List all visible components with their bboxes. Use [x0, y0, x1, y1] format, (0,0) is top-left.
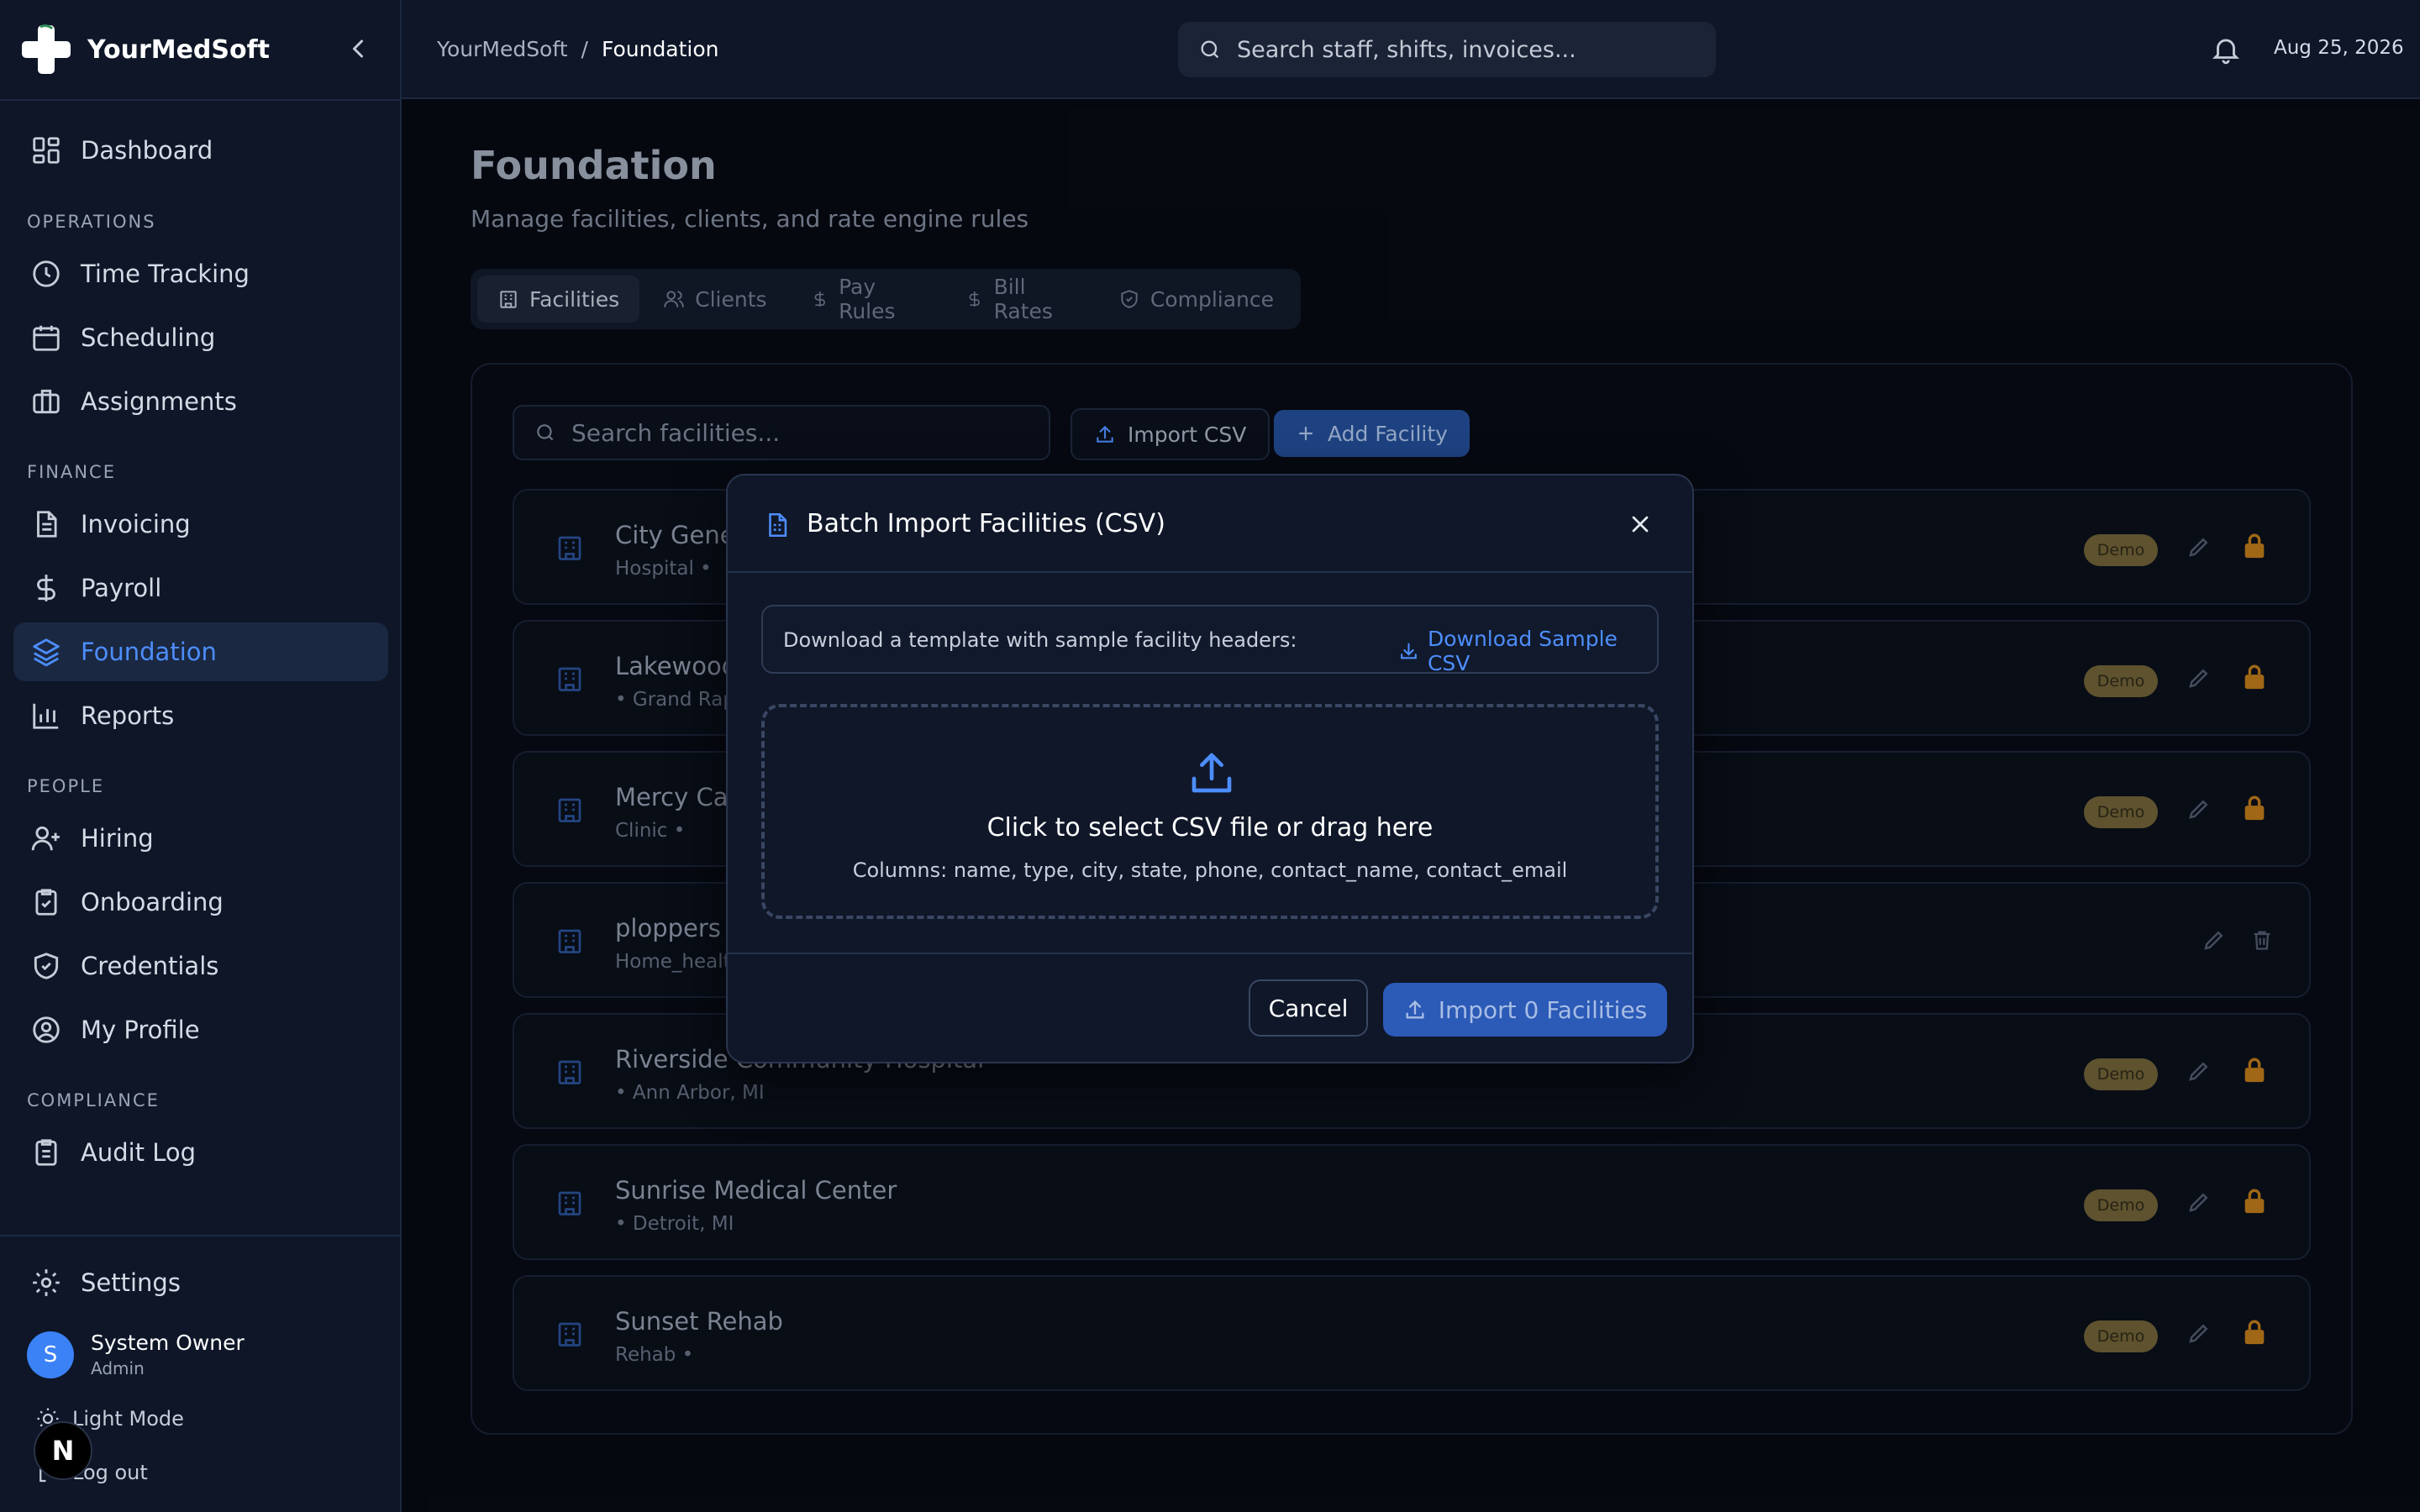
sidebar-item-scheduling[interactable]: Scheduling [13, 308, 388, 367]
gear-icon [33, 1269, 60, 1296]
section-operations: OPERATIONS [27, 212, 156, 232]
breadcrumb: YourMedSoft / Foundation [437, 37, 719, 61]
breadcrumb-root[interactable]: YourMedSoft [437, 37, 568, 61]
user-block[interactable]: S System Owner Admin [27, 1331, 245, 1378]
avatar: S [27, 1331, 74, 1378]
sidebar-item-foundation[interactable]: Foundation [13, 622, 388, 681]
download-sample-csv-link[interactable]: Download Sample CSV [1398, 627, 1657, 675]
sidebar-item-label: Settings [81, 1268, 181, 1297]
document-icon [37, 511, 57, 538]
briefcase-icon [33, 389, 60, 414]
breadcrumb-separator: / [581, 37, 588, 61]
dollar-icon [37, 575, 55, 601]
sidebar-item-label: Payroll [81, 574, 162, 602]
user-plus-icon [31, 826, 60, 851]
dropzone-columns: Columns: name, type, city, state, phone,… [852, 858, 1568, 882]
sidebar-item-label: Onboarding [81, 888, 224, 916]
shield-check-icon [34, 953, 59, 979]
sidebar-item-label: Audit Log [81, 1138, 197, 1167]
user-name: System Owner [91, 1331, 245, 1355]
search-icon [1201, 40, 1219, 59]
sidebar-item-label: Time Tracking [81, 260, 250, 288]
sidebar-item-assignments[interactable]: Assignments [13, 372, 388, 431]
global-search-input[interactable] [1237, 36, 1691, 63]
current-date: Aug 25, 2026 [2274, 37, 2404, 59]
sidebar-item-payroll[interactable]: Payroll [13, 559, 388, 617]
csv-dropzone[interactable]: Click to select CSV file or drag here Co… [761, 704, 1659, 919]
cancel-button[interactable]: Cancel [1249, 979, 1368, 1037]
chevron-left-icon[interactable] [343, 34, 373, 64]
layers-icon [33, 638, 60, 667]
sidebar-item-label: Invoicing [81, 510, 191, 538]
download-icon [1401, 643, 1417, 659]
sidebar-item-label: Assignments [81, 387, 237, 416]
sidebar-item-label: Reports [81, 701, 175, 730]
sidebar-item-audit-log[interactable]: Audit Log [13, 1123, 388, 1182]
sidebar-item-invoicing[interactable]: Invoicing [13, 495, 388, 554]
import-facilities-button[interactable]: Import 0 Facilities [1383, 983, 1667, 1037]
brand[interactable]: YourMedSoft [20, 22, 270, 77]
modal-title: Batch Import Facilities (CSV) [807, 509, 1165, 538]
dropzone-title: Click to select CSV file or drag here [986, 813, 1434, 843]
dashboard-icon [33, 137, 60, 164]
section-compliance: COMPLIANCE [27, 1090, 160, 1110]
template-text: Download a template with sample facility… [783, 628, 1297, 652]
sidebar-item-label: Dashboard [81, 136, 213, 165]
upload-icon [1406, 1000, 1424, 1019]
sidebar-item-dashboard[interactable]: Dashboard [13, 121, 388, 180]
sidebar-item-settings[interactable]: Settings [13, 1253, 388, 1312]
bar-chart-icon [33, 703, 59, 729]
sidebar-item-onboarding[interactable]: Onboarding [13, 873, 388, 932]
section-people: PEOPLE [27, 776, 105, 796]
import-facilities-label: Import 0 Facilities [1438, 995, 1648, 1024]
dev-tools-badge[interactable]: N [34, 1421, 92, 1480]
sidebar-divider [0, 1235, 402, 1236]
sidebar-item-label: Foundation [81, 638, 217, 666]
sidebar-item-label: Scheduling [81, 323, 216, 352]
sidebar-item-my-profile[interactable]: My Profile [13, 1000, 388, 1059]
sidebar-item-label: Credentials [81, 952, 219, 980]
sidebar-item-label: My Profile [81, 1016, 200, 1044]
upload-icon [1192, 753, 1232, 793]
section-finance: FINANCE [27, 462, 116, 482]
modal-divider [728, 571, 1692, 573]
bell-icon[interactable] [2210, 34, 2242, 66]
global-search[interactable] [1178, 22, 1716, 77]
template-info-box: Download a template with sample facility… [761, 605, 1659, 675]
medical-cross-logo [22, 24, 71, 74]
sidebar-item-time-tracking[interactable]: Time Tracking [13, 244, 388, 303]
clipboard-list-icon [35, 1139, 57, 1166]
sidebar: YourMedSoft Dashboard OPERATIONS Time Tr… [0, 0, 402, 1512]
topbar: YourMedSoft / Foundation Aug 25, 2026 [402, 0, 2420, 99]
calendar-icon [33, 325, 60, 351]
app-name: YourMedSoft [87, 34, 271, 65]
clipboard-check-icon [35, 889, 57, 916]
breadcrumb-current: Foundation [601, 37, 719, 61]
csv-file-icon [769, 512, 787, 538]
user-circle-icon [33, 1016, 60, 1043]
modal-divider [728, 953, 1692, 954]
sidebar-item-reports[interactable]: Reports [13, 686, 388, 745]
download-sample-label: Download Sample CSV [1427, 627, 1618, 675]
batch-import-modal: Batch Import Facilities (CSV) Download a… [726, 474, 1694, 1063]
sidebar-item-credentials[interactable]: Credentials [13, 937, 388, 995]
sidebar-item-hiring[interactable]: Hiring [13, 809, 388, 868]
user-role: Admin [91, 1358, 145, 1378]
clock-icon [33, 260, 60, 287]
close-icon[interactable] [1627, 511, 1654, 538]
light-mode-label: Light Mode [72, 1407, 184, 1431]
sidebar-item-label: Hiring [81, 824, 154, 853]
sidebar-divider [0, 99, 402, 101]
